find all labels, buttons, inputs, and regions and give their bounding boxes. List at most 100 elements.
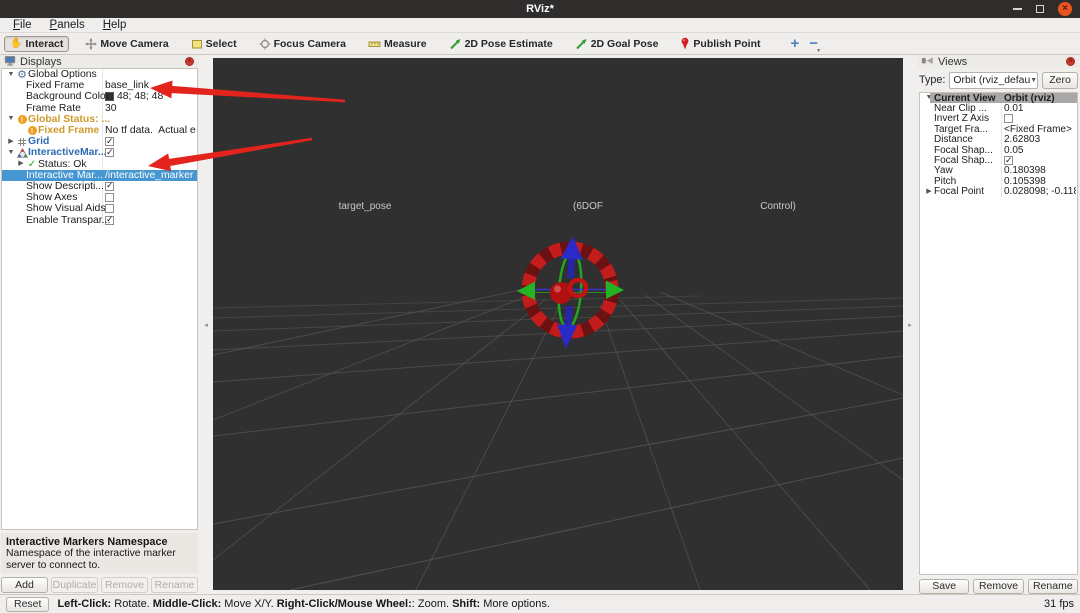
views-row-distance[interactable]: Distance 2.62803 [920,134,1077,146]
property-value[interactable]: 0.05 [1004,145,1076,155]
display-row-fixed-frame[interactable]: Fixed Frame base_link [2,80,197,91]
tool-label: Select [205,37,237,50]
tool-focus-camera[interactable]: Focus Camera [253,36,352,52]
property-value[interactable] [105,181,196,192]
tool-pose-estimate[interactable]: 2D Pose Estimate [443,36,559,52]
property-value[interactable] [1004,114,1076,124]
property-value [105,114,196,125]
interactive-marker-6dof[interactable] [517,235,624,349]
views-row-focal-shap[interactable]: Focal Shap... 0.05 [920,145,1077,156]
views-row-focal-point[interactable]: ▶Focal Point 0.028098; -0.118... [920,186,1077,197]
views-row-target-fra[interactable]: Target Fra... <Fixed Frame> [920,124,1077,135]
views-row-yaw[interactable]: Yaw 0.180398 [920,165,1077,176]
displays-add-button[interactable]: Add [1,577,48,593]
zero-button[interactable]: Zero [1042,71,1078,89]
property-value[interactable]: /interactive_marker [105,170,196,181]
property-value[interactable] [105,214,196,225]
views-save-button[interactable]: Save [919,579,970,594]
display-row-fixed-frame[interactable]: !Fixed Frame No tf data. Actual err... [2,125,197,136]
display-row-frame-rate[interactable]: Frame Rate 30 [2,103,197,114]
reset-button[interactable]: Reset [6,596,50,612]
tool-move-camera[interactable]: Move Camera [79,36,174,52]
views-row-invert-z-axis[interactable]: Invert Z Axis [920,113,1077,124]
value-text: Orbit (rviz) [1004,93,1055,104]
views-row-current-view[interactable]: ▼ Current View Orbit (rviz) [920,93,1077,104]
property-value[interactable]: 0.105398 [1004,176,1076,186]
property-value[interactable]: 0.028098; -0.118... [1004,187,1076,197]
view-type-value: Orbit (rviz_defau [953,74,1031,86]
expander-open-icon[interactable]: ▼ [6,114,16,124]
window-title: RViz* [526,3,554,15]
menu-item-help[interactable]: Help [94,19,136,31]
property-name: Enable Transpar... [26,214,111,226]
menu-item-panels[interactable]: Panels [41,19,94,31]
tool-interact[interactable]: ✋ Interact [4,35,70,52]
views-remove-button[interactable]: Remove [973,579,1024,594]
add-tool-button[interactable]: + [791,35,800,52]
property-value[interactable]: No tf data. Actual err... [105,125,196,136]
expander-open-icon[interactable]: ▼ [6,148,16,158]
minimize-button-icon[interactable] [1013,8,1022,10]
display-row-show-descripti[interactable]: Show Descripti... [2,181,197,192]
display-row-grid[interactable]: ▶ Grid [2,136,197,147]
checkbox-unchecked[interactable] [105,204,114,214]
focus-icon [259,38,271,50]
property-name: Distance [934,134,973,146]
remove-tool-button[interactable]: − ▼ [809,35,821,54]
display-row-show-axes[interactable]: Show Axes [2,192,197,203]
tool-select[interactable]: Select [185,36,243,52]
warn-icon: ! [16,114,28,124]
display-row-background-color[interactable]: Background Color 48; 48; 48 [2,91,197,102]
3d-viewport[interactable]: target_pose (6DOF Control) [213,58,903,590]
tool-measure[interactable]: Measure [362,36,433,52]
close-button-icon[interactable]: × [1058,2,1072,16]
property-value[interactable]: 48; 48; 48 [105,91,196,102]
view-type-dropdown[interactable]: Orbit (rviz_defau ▼ [949,71,1038,89]
display-row-enable-transpar[interactable]: Enable Transpar... [2,214,197,226]
property-value[interactable]: base_link [105,80,196,91]
maximize-button-icon[interactable] [1036,5,1044,13]
left-splitter-handle[interactable]: ◂ [199,55,213,594]
property-value[interactable] [105,136,196,147]
display-row-status-ok[interactable]: ▶ ✓ Status: Ok [2,159,197,170]
property-value[interactable] [105,192,196,203]
title-bar: RViz* × [0,0,1080,18]
help-title: Interactive Markers Namespace [6,536,168,548]
checkbox-checked[interactable] [1004,155,1013,166]
property-value[interactable]: <Fixed Frame> [1004,124,1076,134]
close-panel-icon[interactable] [185,56,194,66]
small-torus[interactable] [567,277,589,299]
expander-open-icon[interactable]: ▼ [6,70,16,80]
tool-publish-point[interactable]: Publish Point [674,35,766,52]
property-name: Frame Rate [26,102,81,114]
property-value[interactable] [105,203,196,214]
help-body: Namespace of the interactive marker serv… [6,548,176,571]
property-value[interactable] [105,147,196,158]
property-value[interactable]: 30 [105,103,196,114]
display-row-global-options[interactable]: ▼ ⚙ Global Options [2,69,197,80]
checkbox-checked[interactable] [105,136,114,147]
expander-closed-icon[interactable]: ▶ [16,159,26,169]
tool-goal-pose[interactable]: 2D Goal Pose [569,36,665,52]
right-splitter-handle[interactable]: ▸ [903,55,917,594]
expander-closed-icon[interactable]: ▶ [924,187,934,197]
property-value[interactable]: Orbit (rviz) [1004,93,1076,103]
property-value[interactable]: 0.01 [1004,103,1076,113]
property-value[interactable]: 2.62803 [1004,135,1076,145]
property-value[interactable]: 0.180398 [1004,166,1076,176]
checkbox-checked[interactable] [105,181,114,191]
close-panel-icon[interactable] [1066,56,1075,66]
display-row-global-status[interactable]: ▼! Global Status: ... [2,114,197,125]
checkbox-unchecked[interactable] [1004,114,1013,124]
expander-closed-icon[interactable]: ▶ [6,137,16,147]
display-row-show-visual-aids[interactable]: Show Visual Aids [2,203,197,214]
menu-item-file[interactable]: File [4,19,41,31]
views-row-near-clip[interactable]: Near Clip ... 0.01 [920,103,1077,114]
checkbox-unchecked[interactable] [105,193,114,203]
display-row-interactivemar[interactable]: ▼ InteractiveMar... [2,147,197,158]
property-value[interactable] [1004,155,1076,166]
views-row-focal-shap[interactable]: Focal Shap... [920,155,1077,166]
display-row-interactive-mar[interactable]: Interactive Mar.../interactive_marker [2,169,197,181]
views-row-pitch[interactable]: Pitch 0.105398 [920,176,1077,187]
views-rename-button[interactable]: Rename [1027,579,1078,594]
